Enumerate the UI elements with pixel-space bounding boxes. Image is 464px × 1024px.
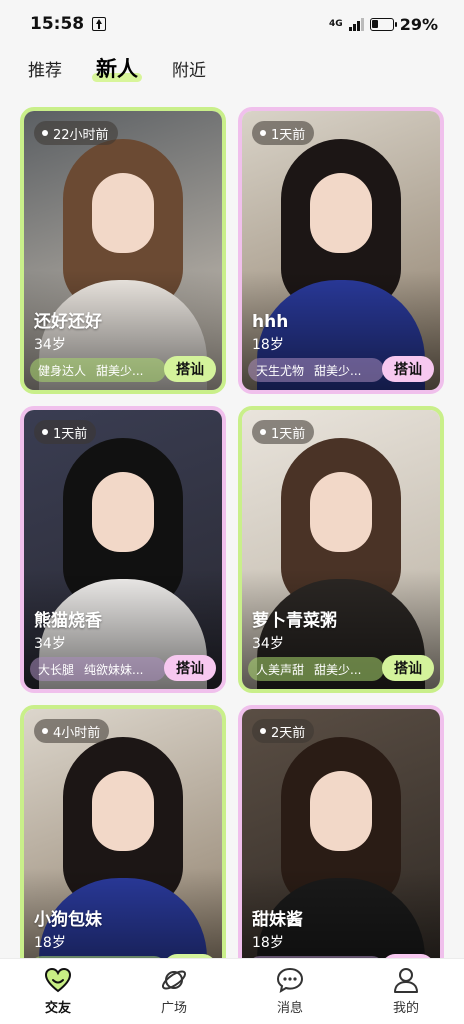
photo-face — [92, 771, 154, 851]
profile-name: 小狗包妹 — [34, 910, 102, 930]
upload-icon — [92, 17, 107, 31]
profile-age: 18岁 — [34, 935, 66, 951]
profile-tag: 人美声甜 — [256, 662, 305, 677]
profile-card[interactable]: 1天前 熊猫烧香 34岁 大长腿 纯欲妹妹... 搭讪 — [20, 406, 226, 693]
signal-icon — [348, 17, 364, 31]
greet-button[interactable]: 搭讪 — [164, 655, 216, 681]
dot-icon — [42, 130, 48, 136]
profile-tag: 大长腿 — [38, 662, 75, 677]
nav-friends[interactable]: 交友 — [18, 965, 98, 1016]
status-bar: 15:58 4G 29% — [0, 0, 464, 48]
photo-face — [92, 173, 154, 253]
bottom-nav: 交友 广场 消息 我的 — [0, 958, 464, 1024]
profile-card[interactable]: 1天前 hhh 18岁 天生尤物 甜美少... 搭讪 — [238, 107, 444, 394]
battery-percent: 29% — [399, 14, 438, 34]
dot-icon — [42, 728, 48, 734]
tab-nearby[interactable]: 附近 — [172, 56, 206, 81]
photo-face — [310, 472, 372, 552]
profile-card[interactable]: 22小时前 还好还好 34岁 健身达人 甜美少... 搭讪 — [20, 107, 226, 394]
dot-icon — [260, 728, 266, 734]
profile-age: 34岁 — [34, 337, 66, 353]
nav-label: 我的 — [392, 1001, 419, 1016]
profile-tag: 纯欲妹妹... — [84, 662, 144, 677]
active-time: 4小时前 — [53, 725, 101, 741]
profile-tag: 甜美少... — [314, 662, 362, 677]
nav-label: 广场 — [160, 1001, 187, 1016]
profile-age: 18岁 — [252, 337, 284, 353]
profile-name: hhh — [252, 312, 289, 332]
greet-button[interactable]: 搭讪 — [382, 655, 434, 681]
active-time: 22小时前 — [53, 127, 109, 143]
profile-card[interactable]: 2天前 甜妹酱 18岁 甜美少... 搭讪 — [238, 705, 444, 992]
greet-button[interactable]: 搭讪 — [164, 356, 216, 382]
profile-card[interactable]: 1天前 萝卜青菜粥 34岁 人美声甜 甜美少... 搭讪 — [238, 406, 444, 693]
active-time: 1天前 — [53, 426, 88, 442]
photo-face — [92, 472, 154, 552]
profile-tag: 天生尤物 — [256, 363, 305, 378]
nav-label: 交友 — [44, 1001, 71, 1016]
battery-icon — [369, 17, 397, 31]
dot-icon — [260, 429, 266, 435]
profile-age: 34岁 — [252, 636, 284, 652]
profile-age: 34岁 — [34, 636, 66, 652]
dot-icon — [260, 130, 266, 136]
active-time: 2天前 — [271, 725, 306, 741]
tab-recommend[interactable]: 推荐 — [28, 56, 62, 81]
active-time-badge: 22小时前 — [34, 121, 118, 145]
planet-icon — [159, 965, 189, 995]
nav-square[interactable]: 广场 — [134, 965, 214, 1016]
person-icon — [391, 965, 421, 995]
network-type: 4G — [329, 18, 343, 29]
profile-tags: 天生尤物甜美少... — [248, 358, 384, 382]
profile-tags: 人美声甜 甜美少... — [248, 657, 384, 681]
heart-chat-icon — [43, 965, 73, 995]
profile-tag: 健身达人 — [38, 363, 87, 378]
profile-grid: 22小时前 还好还好 34岁 健身达人 甜美少... 搭讪 1天前 hhh 18岁… — [20, 107, 446, 992]
active-time: 1天前 — [271, 426, 306, 442]
profile-name: 萝卜青菜粥 — [252, 611, 337, 631]
nav-messages[interactable]: 消息 — [250, 965, 330, 1016]
profile-name: 还好还好 — [34, 312, 102, 332]
active-time-badge: 1天前 — [34, 420, 97, 444]
active-time-badge: 1天前 — [252, 121, 315, 145]
profile-tag: 甜美少... — [96, 363, 144, 378]
top-tabs: 推荐 新人 附近 — [28, 48, 206, 88]
active-time-badge: 4小时前 — [34, 719, 110, 743]
status-time: 15:58 — [30, 14, 85, 34]
active-time-badge: 1天前 — [252, 420, 315, 444]
profile-name: 熊猫烧香 — [34, 611, 102, 631]
photo-face — [310, 771, 372, 851]
profile-card[interactable]: 4小时前 小狗包妹 18岁 天生尤物甜美少... 搭讪 — [20, 705, 226, 992]
tab-new-people[interactable]: 新人 — [92, 53, 142, 83]
message-bubble-icon — [275, 965, 305, 995]
photo-face — [310, 173, 372, 253]
battery-level — [372, 20, 378, 28]
dot-icon — [42, 429, 48, 435]
status-left: 15:58 — [30, 14, 107, 34]
active-time: 1天前 — [271, 127, 306, 143]
profile-age: 18岁 — [252, 935, 284, 951]
nav-profile[interactable]: 我的 — [366, 965, 446, 1016]
profile-tags: 大长腿 纯欲妹妹... — [30, 657, 166, 681]
profile-tag: 甜美少... — [314, 363, 362, 378]
greet-button[interactable]: 搭讪 — [382, 356, 434, 382]
status-right: 4G 29% — [329, 15, 438, 34]
profile-name: 甜妹酱 — [252, 910, 303, 930]
nav-label: 消息 — [276, 1001, 303, 1016]
profile-tags: 健身达人 甜美少... — [30, 358, 166, 382]
active-time-badge: 2天前 — [252, 719, 315, 743]
